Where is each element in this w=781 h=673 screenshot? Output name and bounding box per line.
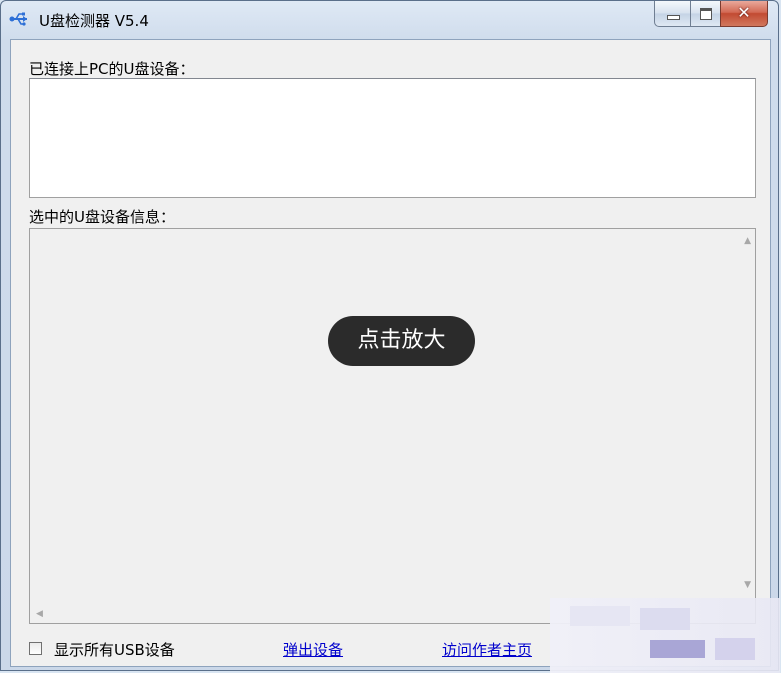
zoom-button[interactable]: 点击放大 — [328, 316, 475, 366]
eject-device-link[interactable]: 弹出设备 — [283, 639, 343, 660]
scroll-left-icon[interactable]: ◀ — [36, 610, 43, 619]
visit-author-link[interactable]: 访问作者主页 — [442, 639, 546, 660]
show-all-usb-label[interactable]: 显示所有USB设备 — [54, 639, 175, 660]
app-window: U盘检测器 V5.4 ✕ 已连接上PC的U盘设备： 选中的U盘设备信息： ▲ ▼… — [0, 0, 779, 671]
connected-devices-label: 已连接上PC的U盘设备： — [29, 60, 195, 78]
vertical-scrollbar[interactable]: ▲ ▼ — [738, 229, 755, 607]
selected-info-label: 选中的U盘设备信息： — [29, 208, 175, 226]
connected-devices-list[interactable] — [29, 78, 756, 198]
close-icon: ✕ — [737, 3, 751, 22]
usb-icon — [9, 12, 27, 26]
scroll-up-icon[interactable]: ▲ — [744, 237, 751, 246]
window-title: U盘检测器 V5.4 — [39, 12, 149, 30]
device-info-box[interactable]: ▲ ▼ ◀ 点击放大 — [29, 228, 756, 624]
blurred-watermark — [550, 598, 780, 673]
caption-buttons: ✕ — [654, 1, 768, 27]
close-button[interactable]: ✕ — [720, 1, 768, 27]
scroll-down-icon[interactable]: ▼ — [744, 581, 751, 590]
maximize-icon — [700, 8, 712, 20]
client-area: 已连接上PC的U盘设备： 选中的U盘设备信息： ▲ ▼ ◀ 点击放大 显示所有U… — [10, 39, 771, 667]
maximize-button[interactable] — [690, 1, 720, 27]
show-all-usb-checkbox[interactable] — [29, 642, 42, 655]
minimize-icon — [667, 15, 680, 20]
minimize-button[interactable] — [654, 1, 690, 27]
title-bar[interactable]: U盘检测器 V5.4 ✕ — [1, 1, 778, 39]
